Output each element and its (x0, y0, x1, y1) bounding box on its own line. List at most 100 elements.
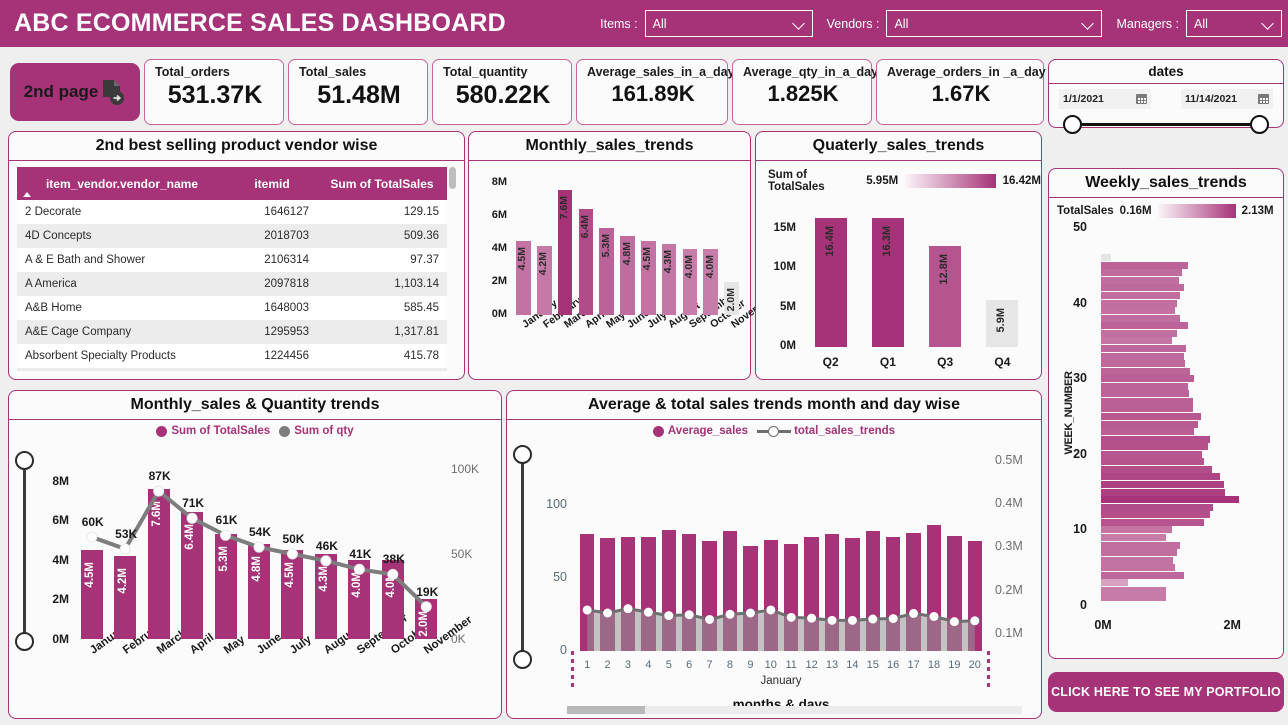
average-sales-bar-day-8[interactable] (722, 531, 738, 651)
left-value-slider[interactable] (15, 451, 35, 651)
weekly-bar-week-21[interactable] (1101, 443, 1209, 451)
weekly-bar-week-3[interactable] (1101, 579, 1129, 587)
legend-item-sum-of-qty[interactable]: Sum of qty (279, 425, 354, 437)
table-row[interactable]: 4D Concepts 2018703 509.36 (17, 224, 447, 248)
weekly-bar-week-20[interactable] (1101, 450, 1202, 458)
average-sales-bar-day-19[interactable] (947, 535, 962, 651)
average-sales-bar-day-1[interactable] (580, 534, 595, 651)
slider-handle-top[interactable] (15, 451, 34, 470)
portfolio-button[interactable]: CLICK HERE TO SEE MY PORTFOLIO (1048, 672, 1284, 712)
weekly-bar-week-32[interactable] (1101, 360, 1185, 368)
weekly-bar-week-17[interactable] (1101, 473, 1220, 481)
weekly-bar-week-2[interactable] (1101, 586, 1166, 594)
weekly-bar-week-24[interactable] (1101, 420, 1198, 428)
legend-item-total-sales-trends[interactable]: total_sales_trends (757, 425, 895, 437)
weekly-bar-week-5[interactable] (1101, 564, 1175, 572)
average-sales-bar-day-15[interactable] (865, 531, 880, 651)
weekly-bar-week-46[interactable] (1101, 254, 1112, 262)
average-sales-bar-day-7[interactable] (702, 541, 717, 651)
weekly-bar-week-39[interactable] (1101, 307, 1176, 315)
weekly-bar-week-33[interactable] (1101, 352, 1184, 360)
table-row[interactable]: A&E Cage Company 1295953 1,317.81 (17, 320, 447, 344)
weekly-bar-week-27[interactable] (1101, 397, 1193, 405)
date-slider-handle-left[interactable] (1063, 115, 1082, 134)
weekly-bar-week-34[interactable] (1101, 344, 1187, 352)
weekly-bar-week-26[interactable] (1101, 405, 1193, 413)
weekly-bar-week-36[interactable] (1101, 329, 1178, 337)
average-sales-bar-day-10[interactable] (763, 539, 778, 651)
average-sales-bar-day-16[interactable] (886, 537, 901, 651)
average-sales-bar-day-13[interactable] (824, 534, 840, 651)
slicer-items-dropdown[interactable]: All (644, 10, 813, 37)
column-header-itemid[interactable]: itemid (227, 167, 317, 200)
legend-item-sum-of-totalsales[interactable]: Sum of TotalSales (156, 425, 270, 437)
table-row[interactable]: Absorbent Specialty Products 1224456 415… (17, 344, 447, 368)
weekly-bar-week-15[interactable] (1101, 488, 1226, 496)
slider-handle-bottom[interactable] (15, 632, 34, 651)
weekly-bar-week-28[interactable] (1101, 390, 1189, 398)
monthly-sales-quantity-chart[interactable]: 0M 2M 4M 6M 8M 0K 50K 100K 4.5M January 4.2M Februa… (9, 437, 501, 717)
average-sales-bar-day-20[interactable] (967, 541, 982, 651)
average-sales-bar-day-11[interactable] (784, 544, 799, 651)
weekly-bar-week-38[interactable] (1101, 314, 1180, 322)
weekly-bar-week-10[interactable] (1101, 526, 1173, 534)
table-row[interactable]: A&B Home 1648003 585.45 (17, 296, 447, 320)
weekly-bar-week-30[interactable] (1101, 375, 1195, 383)
monthly-sales-trends-chart[interactable]: 0M2M4M6M8M4.5MJanuary4.2MFebruary7.6MMar… (469, 161, 777, 377)
scrollbar-thumb[interactable] (567, 706, 645, 714)
weekly-bar-week-31[interactable] (1101, 367, 1191, 375)
weekly-bar-week-8[interactable] (1101, 541, 1180, 549)
weekly-bar-week-43[interactable] (1101, 276, 1179, 284)
weekly-bar-week-4[interactable] (1101, 571, 1184, 579)
weekly-bar-week-44[interactable] (1101, 269, 1182, 277)
average-sales-bar-day-18[interactable] (926, 525, 942, 651)
date-start-input[interactable]: 1/1/2021 (1059, 89, 1151, 109)
weekly-bar-week-1[interactable] (1101, 594, 1166, 602)
weekly-bar-week-6[interactable] (1101, 556, 1174, 564)
column-header-sum-totalsales[interactable]: Sum of TotalSales (317, 167, 447, 200)
table-row[interactable]: A America 2097818 1,103.14 (17, 272, 447, 296)
weekly-bar-week-9[interactable] (1101, 533, 1166, 541)
average-sales-bar-day-17[interactable] (906, 532, 921, 651)
average-sales-bar-day-3[interactable] (620, 537, 636, 651)
weekly-bar-week-12[interactable] (1101, 511, 1210, 519)
average-sales-bar-day-4[interactable] (641, 537, 656, 651)
weekly-bar-week-29[interactable] (1101, 382, 1189, 390)
weekly-bar-week-45[interactable] (1101, 261, 1189, 269)
table-row[interactable] (17, 368, 447, 371)
average-sales-bar-day-5[interactable] (661, 529, 676, 651)
second-page-button[interactable]: 2nd page (10, 63, 140, 121)
slicer-vendors-dropdown[interactable]: All (886, 10, 1103, 37)
date-slider-handle-right[interactable] (1250, 115, 1269, 134)
weekly-bar-week-22[interactable] (1101, 435, 1210, 443)
weekly-sales-trends-chart[interactable]: 0 10 20 30 40 50 WEEK_NUMBER 0M 2M (1049, 218, 1283, 656)
weekly-bar-week-19[interactable] (1101, 458, 1205, 466)
average-total-sales-horizontal-scrollbar[interactable] (567, 706, 1022, 714)
average-total-sales-chart[interactable]: 0 50 100 0.1M 0.2M 0.3M 0.4M 0.5M 1 2 3 4 5 6 7 8 9 10 11 1… (507, 437, 1041, 719)
slider-handle-top[interactable] (513, 445, 532, 464)
weekly-bar-week-41[interactable] (1101, 292, 1180, 300)
weekly-bar-week-11[interactable] (1101, 518, 1205, 526)
weekly-bar-week-40[interactable] (1101, 299, 1178, 307)
slicer-managers-dropdown[interactable]: All (1186, 10, 1282, 37)
average-sales-bar-day-6[interactable] (682, 534, 697, 651)
average-sales-bar-day-2[interactable] (600, 538, 615, 651)
weekly-bar-week-18[interactable] (1101, 465, 1213, 473)
table-row[interactable]: 2 Decorate 1646127 129.15 (17, 200, 447, 224)
average-sales-bar-day-9[interactable] (743, 545, 758, 651)
average-sales-bar-day-14[interactable] (845, 538, 860, 651)
table-row[interactable]: A & E Bath and Shower 2106314 97.37 (17, 248, 447, 272)
weekly-bar-week-23[interactable] (1101, 428, 1195, 436)
weekly-bar-week-37[interactable] (1101, 322, 1189, 330)
weekly-bar-week-35[interactable] (1101, 337, 1173, 345)
quarterly-sales-trends-chart[interactable]: 0M 5M 10M 15M 16.4M Q2 16.3M Q1 12.8M Q3 5.9M Q4 (756, 193, 1041, 381)
weekly-bar-week-13[interactable] (1101, 503, 1214, 511)
left-value-slider[interactable] (513, 445, 533, 669)
table-scrollbar-thumb[interactable] (449, 167, 456, 189)
weekly-bar-week-25[interactable] (1101, 413, 1201, 420)
slider-handle-bottom[interactable] (513, 650, 532, 669)
table-vertical-scrollbar[interactable] (449, 167, 456, 371)
weekly-bar-week-42[interactable] (1101, 284, 1184, 292)
date-range-slider[interactable] (1063, 111, 1269, 137)
average-sales-bar-day-12[interactable] (804, 537, 819, 651)
